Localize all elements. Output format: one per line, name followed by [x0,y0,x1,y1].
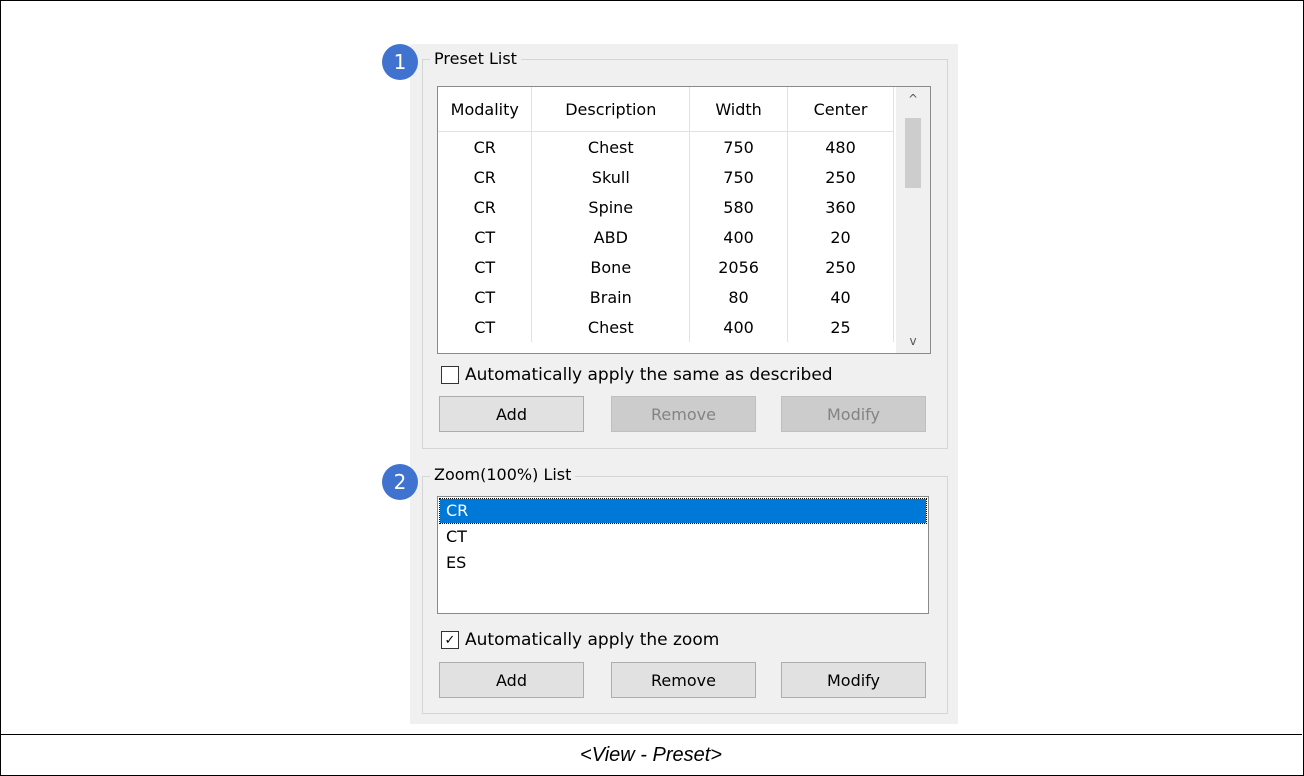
cell-width: 750 [689,162,789,192]
table-row[interactable]: CT Bone 2056 250 [438,252,894,282]
column-header-center[interactable]: Center [787,87,894,132]
vertical-scrollbar[interactable]: ^ v [896,87,930,353]
cell-width: 400 [689,312,789,342]
cell-center: 250 [787,252,894,282]
cell-modality: CR [438,192,533,222]
column-header-modality[interactable]: Modality [438,87,533,132]
preset-add-button[interactable]: Add [439,396,584,432]
column-header-width[interactable]: Width [689,87,789,132]
cell-description: Chest [531,312,691,342]
table-row[interactable]: CR Chest 750 480 [438,131,894,162]
scrollbar-thumb[interactable] [905,118,921,188]
preset-auto-apply-label: Automatically apply the same as describe… [465,365,833,385]
zoom-group-title: Zoom(100%) List [430,465,576,484]
cell-modality: CR [438,131,533,162]
callout-badge-1: 1 [382,44,418,80]
cell-center: 20 [787,222,894,252]
cell-modality: CT [438,222,533,252]
cell-width: 580 [689,192,789,222]
cell-modality: CR [438,162,533,192]
table-row[interactable]: CR Skull 750 250 [438,162,894,192]
preset-modify-button[interactable]: Modify [781,396,926,432]
table-row[interactable]: CT Brain 80 40 [438,282,894,312]
cell-center: 25 [787,312,894,342]
zoom-auto-apply-label: Automatically apply the zoom [465,630,720,650]
cell-description: Chest [531,131,691,162]
cell-width: 80 [689,282,789,312]
list-item[interactable]: CR [439,498,927,524]
list-item[interactable]: ES [440,551,926,575]
preset-table[interactable]: Modality Description Width Center CR Che… [437,86,931,354]
preset-remove-button[interactable]: Remove [611,396,756,432]
cell-modality: CT [438,252,533,282]
column-header-description[interactable]: Description [531,87,691,132]
zoom-auto-apply-checkbox[interactable]: ✓ Automatically apply the zoom [441,630,719,650]
figure-caption: <View - Preset> [0,734,1302,775]
checkbox-box[interactable]: ✓ [441,631,459,649]
callout-badge-2: 2 [382,464,418,500]
cell-center: 360 [787,192,894,222]
cell-width: 400 [689,222,789,252]
cell-width: 750 [689,131,789,162]
cell-description: ABD [531,222,691,252]
table-row[interactable]: CR Spine 580 360 [438,192,894,222]
cell-description: Bone [531,252,691,282]
cell-width: 2056 [689,252,789,282]
cell-modality: CT [438,312,533,342]
scroll-down-icon[interactable]: v [896,331,930,351]
cell-description: Skull [531,162,691,192]
list-item[interactable]: CT [440,525,926,549]
zoom-remove-button[interactable]: Remove [611,662,756,698]
cell-center: 480 [787,131,894,162]
cell-description: Brain [531,282,691,312]
zoom-modify-button[interactable]: Modify [781,662,926,698]
cell-description: Spine [531,192,691,222]
table-row[interactable]: CT Chest 400 25 [438,312,894,342]
zoom-list[interactable]: CR CT ES [437,496,929,614]
cell-center: 250 [787,162,894,192]
preset-group-title: Preset List [430,49,521,68]
cell-center: 40 [787,282,894,312]
checkbox-box[interactable] [441,366,459,384]
preset-auto-apply-checkbox[interactable]: Automatically apply the same as describe… [441,365,833,385]
cell-modality: CT [438,282,533,312]
zoom-add-button[interactable]: Add [439,662,584,698]
scroll-up-icon[interactable]: ^ [896,89,930,109]
table-row[interactable]: CT ABD 400 20 [438,222,894,252]
